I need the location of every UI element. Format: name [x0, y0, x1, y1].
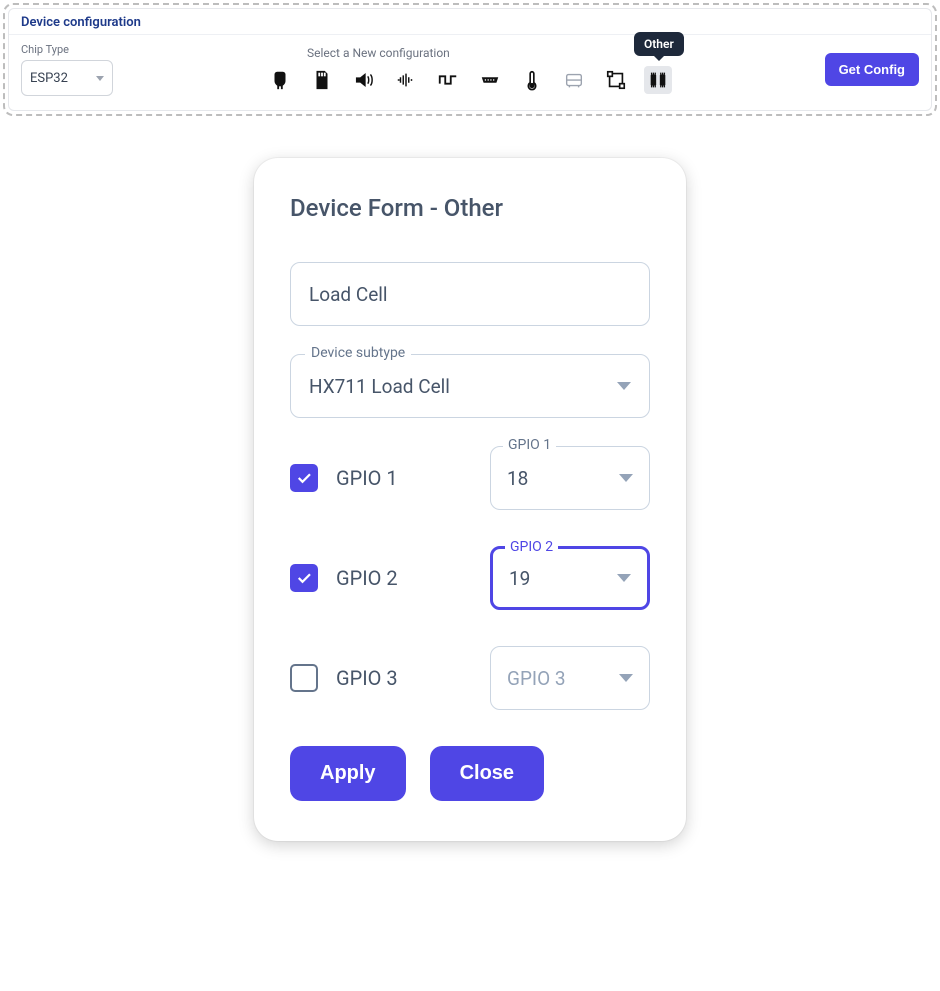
gpio-row-3: GPIO 3 GPIO 3	[290, 646, 650, 710]
config-audio-out-button[interactable]	[350, 66, 378, 94]
chip-type-label: Chip Type	[21, 43, 113, 56]
chevron-down-icon	[619, 674, 633, 682]
dialog-actions: Apply Close	[290, 746, 650, 801]
config-thermometer-button[interactable]	[518, 66, 546, 94]
close-button[interactable]: Close	[430, 746, 544, 801]
get-config-button[interactable]: Get Config	[825, 53, 919, 86]
panel-title: Device configuration	[9, 9, 931, 35]
config-label: Select a New configuration	[307, 46, 450, 60]
gpio-2-value: 19	[509, 567, 530, 590]
device-name-value: Load Cell	[309, 283, 388, 306]
gpio-1-label: GPIO 1	[336, 466, 398, 490]
check-icon	[295, 469, 313, 487]
device-subtype-label: Device subtype	[305, 345, 411, 361]
device-form-dialog: Device Form - Other Load Cell Device sub…	[254, 158, 686, 841]
serial-port-icon	[479, 69, 501, 91]
gpio-3-select[interactable]: GPIO 3	[490, 646, 650, 710]
gpio-row-2: GPIO 2 GPIO 2 19	[290, 546, 650, 610]
gpio-1-checkbox[interactable]	[290, 464, 318, 492]
gpio-2-float-label: GPIO 2	[505, 539, 558, 555]
gpio-3-label: GPIO 3	[336, 666, 398, 690]
config-led-button[interactable]	[266, 66, 294, 94]
config-audio-in-button[interactable]	[392, 66, 420, 94]
led-icon	[269, 69, 291, 91]
dialog-title: Device Form - Other	[290, 194, 650, 222]
config-square-wave-button[interactable]	[434, 66, 462, 94]
device-subtype-value: HX711 Load Cell	[309, 375, 450, 398]
gpio-3-checkbox[interactable]	[290, 664, 318, 692]
gpio-2-label: GPIO 2	[336, 566, 398, 590]
config-other-button[interactable]: Other	[644, 66, 672, 94]
config-other-tooltip: Other	[634, 32, 684, 56]
check-icon	[295, 569, 313, 587]
chevron-down-icon	[617, 382, 631, 390]
apply-button[interactable]: Apply	[290, 746, 406, 801]
config-transform-button[interactable]	[602, 66, 630, 94]
panel-body: Chip Type ESP32 Select a New configurati…	[9, 35, 931, 110]
gpio-2-checkbox[interactable]	[290, 564, 318, 592]
gpio-3-value: GPIO 3	[507, 667, 566, 690]
sd-card-icon	[311, 69, 333, 91]
config-sd-button[interactable]	[308, 66, 336, 94]
audio-in-icon	[395, 69, 417, 91]
chevron-down-icon	[619, 474, 633, 482]
config-bus-button[interactable]	[560, 66, 588, 94]
chip-other-icon	[647, 69, 669, 91]
audio-out-icon	[353, 69, 375, 91]
gpio-row-1: GPIO 1 GPIO 1 18	[290, 446, 650, 510]
thermometer-icon	[521, 69, 543, 91]
chip-type-select[interactable]: ESP32	[21, 60, 113, 96]
chevron-down-icon	[96, 76, 104, 81]
chip-type-column: Chip Type ESP32	[21, 43, 113, 96]
gpio-2-select[interactable]: GPIO 2 19	[490, 546, 650, 610]
gpio-1-select[interactable]: GPIO 1 18	[490, 446, 650, 510]
chevron-down-icon	[617, 574, 631, 582]
config-column: Select a New configuration	[127, 46, 811, 94]
bus-icon	[563, 69, 585, 91]
device-subtype-select[interactable]: Device subtype HX711 Load Cell	[290, 354, 650, 418]
device-name-input[interactable]: Load Cell	[290, 262, 650, 326]
gpio-1-value: 18	[507, 467, 528, 490]
transform-icon	[605, 69, 627, 91]
device-config-panel: Device configuration Chip Type ESP32 Sel…	[8, 8, 932, 111]
chip-type-value: ESP32	[30, 71, 68, 86]
gpio-1-float-label: GPIO 1	[503, 437, 556, 453]
config-serial-button[interactable]	[476, 66, 504, 94]
config-icon-row: Other	[266, 66, 672, 94]
square-wave-icon	[437, 69, 459, 91]
